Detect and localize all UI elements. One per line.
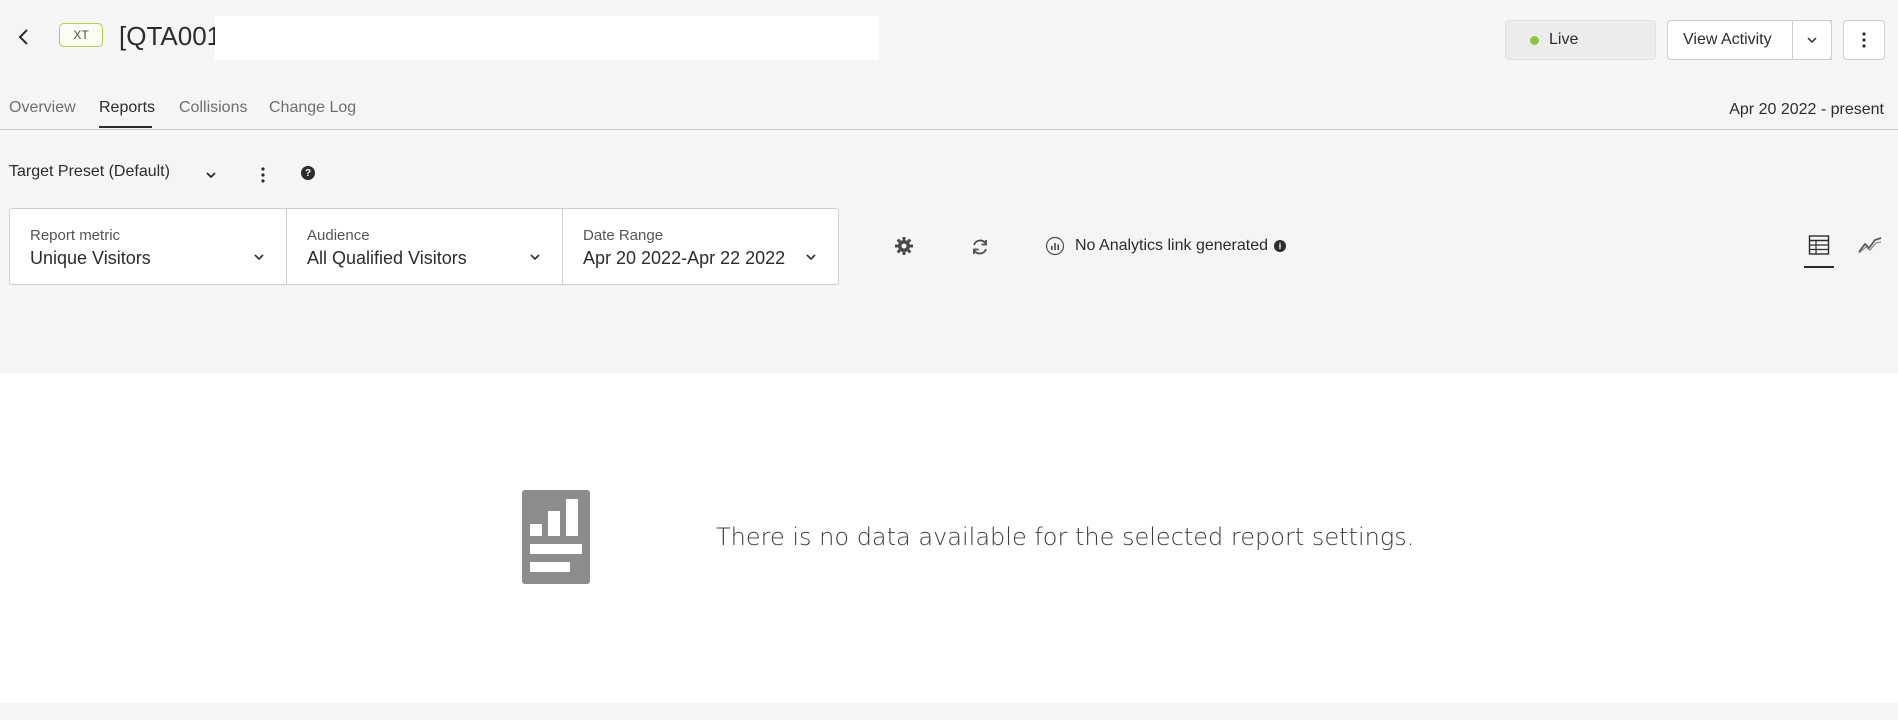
more-vertical-icon bbox=[1862, 32, 1866, 48]
date-range-select[interactable]: Date Range Apr 20 2022-Apr 22 2022 bbox=[563, 209, 838, 284]
activity-date-range: Apr 20 2022 - present bbox=[1729, 101, 1884, 118]
tab-change-log[interactable]: Change Log bbox=[269, 99, 356, 117]
chevron-down-icon bbox=[804, 250, 818, 264]
settings-button[interactable] bbox=[892, 234, 916, 258]
gear-icon bbox=[895, 237, 913, 255]
chevron-down-icon bbox=[528, 250, 542, 264]
line-chart-icon bbox=[1858, 237, 1882, 254]
preset-more-button[interactable] bbox=[254, 164, 272, 186]
preset-dropdown-button[interactable] bbox=[200, 164, 222, 186]
tab-reports[interactable]: Reports bbox=[99, 99, 155, 117]
report-metric-label: Report metric bbox=[30, 227, 121, 244]
chevron-left-icon bbox=[18, 29, 28, 45]
table-icon bbox=[1808, 235, 1830, 255]
analytics-link-status: No Analytics link generated i bbox=[1045, 236, 1286, 256]
refresh-icon bbox=[973, 239, 987, 255]
audience-value: All Qualified Visitors bbox=[307, 248, 467, 268]
chevron-down-icon bbox=[1807, 37, 1817, 44]
view-activity-dropdown-button[interactable] bbox=[1792, 20, 1832, 60]
refresh-button[interactable] bbox=[968, 235, 992, 259]
status-dot-icon bbox=[1530, 35, 1539, 45]
activity-type-badge: XT bbox=[59, 23, 103, 47]
date-range-value: Apr 20 2022-Apr 22 2022 bbox=[583, 248, 786, 268]
date-range-label: Date Range bbox=[583, 227, 664, 244]
report-metric-select[interactable]: Report metric Unique Visitors bbox=[10, 209, 287, 284]
chevron-down-icon bbox=[252, 250, 266, 264]
table-view-button[interactable] bbox=[1804, 230, 1834, 260]
active-tab-indicator bbox=[99, 126, 152, 128]
audience-select[interactable]: Audience All Qualified Visitors bbox=[287, 209, 563, 284]
chevron-down-icon bbox=[206, 172, 216, 179]
empty-state-message: There is no data available for the selec… bbox=[716, 523, 1415, 551]
help-icon[interactable]: ? bbox=[301, 166, 315, 180]
empty-report-icon bbox=[522, 490, 590, 584]
back-button[interactable] bbox=[10, 24, 36, 50]
view-activity-label: View Activity bbox=[1683, 31, 1772, 48]
tab-collisions[interactable]: Collisions bbox=[179, 99, 247, 117]
analytics-note-text: No Analytics link generated bbox=[1075, 237, 1268, 254]
status-label: Live bbox=[1549, 31, 1579, 48]
more-actions-button[interactable] bbox=[1843, 20, 1885, 60]
activity-title: [QTA001] bbox=[119, 21, 229, 51]
report-metric-value: Unique Visitors bbox=[30, 248, 151, 268]
info-icon[interactable]: i bbox=[1274, 240, 1286, 252]
status-badge: Live bbox=[1505, 20, 1656, 60]
report-content-panel: There is no data available for the selec… bbox=[0, 373, 1898, 703]
header: XT [QTA001] Live View Activity bbox=[0, 0, 1898, 80]
tab-bar: Overview Reports Collisions Change Log A… bbox=[0, 88, 1898, 130]
analytics-icon bbox=[1045, 236, 1065, 256]
active-view-indicator bbox=[1804, 266, 1834, 268]
report-selector-group: Report metric Unique Visitors Audience A… bbox=[9, 208, 839, 285]
audience-label: Audience bbox=[307, 227, 370, 244]
graph-view-button[interactable] bbox=[1855, 230, 1885, 260]
tab-overview[interactable]: Overview bbox=[9, 99, 76, 117]
more-vertical-icon bbox=[261, 167, 265, 183]
activity-name-field[interactable] bbox=[215, 16, 879, 60]
report-preset-label[interactable]: Target Preset (Default) bbox=[9, 163, 170, 181]
